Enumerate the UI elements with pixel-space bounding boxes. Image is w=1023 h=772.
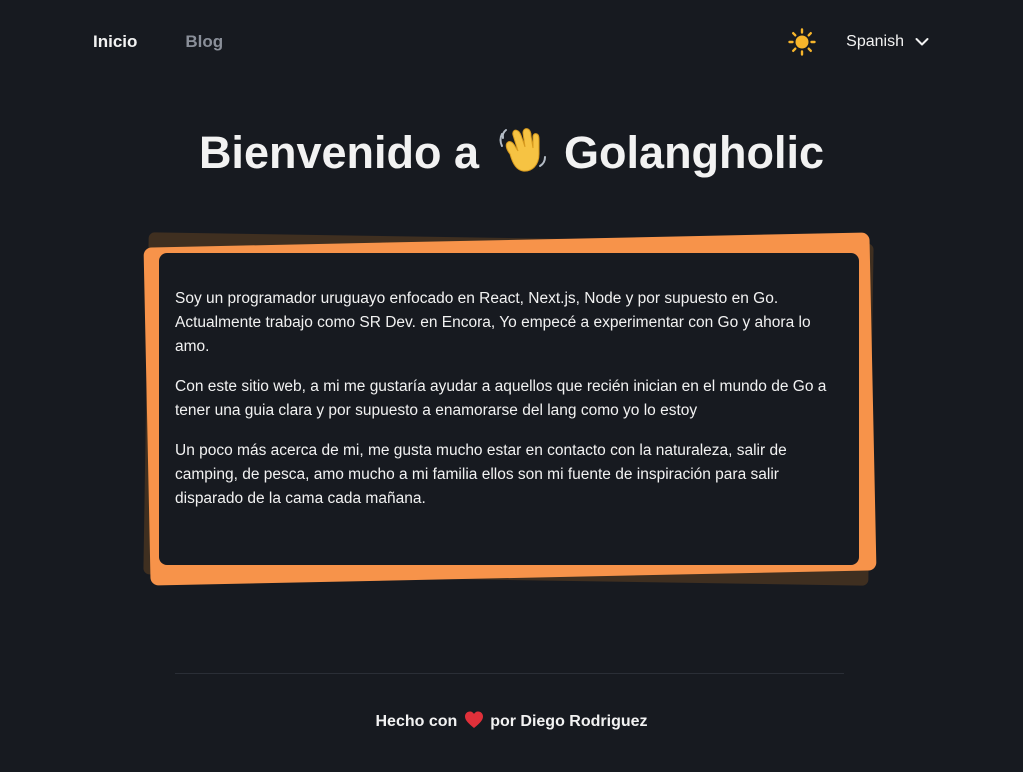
title-text-start: Bienvenido a [198, 127, 480, 178]
nav-actions: Spanish [788, 28, 930, 56]
footer-text-start: Hecho con [375, 713, 458, 730]
about-paragraph-3: Un poco más acerca de mi, me gusta mucho… [175, 442, 787, 507]
top-nav: Inicio Blog Spanish [93, 28, 930, 56]
about-card: Soy un programador uruguayo enfocado en … [159, 253, 859, 565]
about-paragraph-1: Soy un programador uruguayo enfocado en … [175, 290, 811, 355]
sun-icon [788, 28, 816, 56]
nav-link-blog[interactable]: Blog [185, 32, 223, 52]
language-select[interactable]: Spanish [846, 33, 930, 51]
theme-toggle-button[interactable] [788, 28, 816, 56]
footer-divider [175, 673, 844, 674]
page: Inicio Blog Spanish Bienvenido a Golangh… [0, 0, 1023, 772]
nav-links: Inicio Blog [93, 32, 223, 52]
footer-text-end: por Diego Rodriguez [490, 713, 648, 730]
nav-link-inicio[interactable]: Inicio [93, 32, 137, 52]
waving-hand-icon [499, 128, 546, 172]
chevron-down-icon [915, 38, 929, 46]
page-title: Bienvenido a Golangholic [0, 122, 1023, 184]
about-paragraph-2: Con este sitio web, a mi me gustaría ayu… [175, 378, 827, 419]
footer: Hecho con por Diego Rodriguez [0, 710, 1023, 731]
title-text-end: Golangholic [564, 127, 825, 178]
language-select-value: Spanish [846, 33, 904, 50]
heart-icon [464, 711, 483, 728]
